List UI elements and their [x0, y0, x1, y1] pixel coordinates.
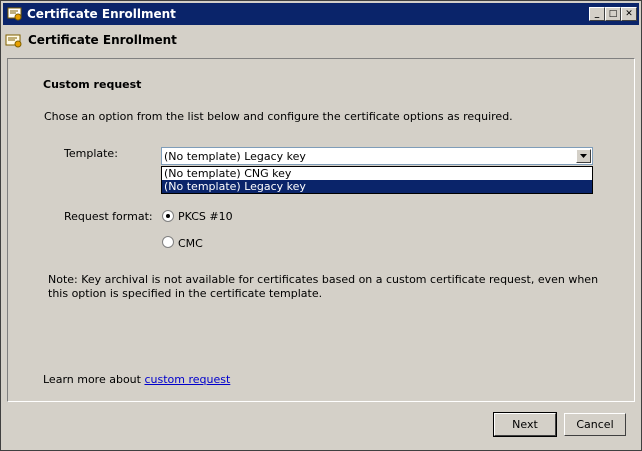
request-format-label: Request format: [64, 210, 153, 223]
template-dropdown-list[interactable]: (No template) CNG key (No template) Lega… [161, 166, 593, 194]
section-title: Custom request [43, 78, 142, 91]
wizard-header: Certificate Enrollment [3, 26, 639, 56]
certificate-icon [7, 6, 23, 22]
template-combobox[interactable]: (No template) Legacy key [161, 147, 593, 165]
template-label: Template: [64, 147, 118, 160]
cmc-radio[interactable] [162, 236, 174, 248]
header-title: Certificate Enrollment [28, 33, 177, 47]
pkcs10-radio[interactable] [162, 210, 174, 222]
title-bar[interactable]: Certificate Enrollment _ □ ✕ [3, 3, 639, 25]
learn-more-text: Learn more about custom request [43, 373, 230, 386]
window-title: Certificate Enrollment [27, 7, 176, 21]
learn-more-prefix: Learn more about [43, 373, 145, 386]
template-option-cng-key[interactable]: (No template) CNG key [162, 167, 592, 180]
close-button[interactable]: ✕ [621, 7, 637, 21]
cmc-label[interactable]: CMC [178, 237, 203, 250]
chevron-down-icon [580, 154, 587, 158]
radio-selected-dot [166, 214, 170, 218]
cancel-button[interactable]: Cancel [564, 413, 626, 436]
certificate-enrollment-window: Certificate Enrollment _ □ ✕ Certificate… [0, 0, 642, 451]
next-button[interactable]: Next [493, 412, 557, 437]
pkcs10-label[interactable]: PKCS #10 [178, 210, 233, 223]
certificate-enrollment-icon [5, 33, 23, 49]
key-archival-note: Note: Key archival is not available for … [48, 273, 599, 300]
description-text: Chose an option from the list below and … [44, 110, 513, 123]
template-selected-value: (No template) Legacy key [164, 150, 306, 163]
custom-request-link[interactable]: custom request [144, 373, 230, 386]
template-option-legacy-key[interactable]: (No template) Legacy key [162, 180, 592, 193]
maximize-button[interactable]: □ [605, 7, 621, 21]
minimize-button[interactable]: _ [589, 7, 605, 21]
dropdown-button[interactable] [576, 149, 591, 163]
